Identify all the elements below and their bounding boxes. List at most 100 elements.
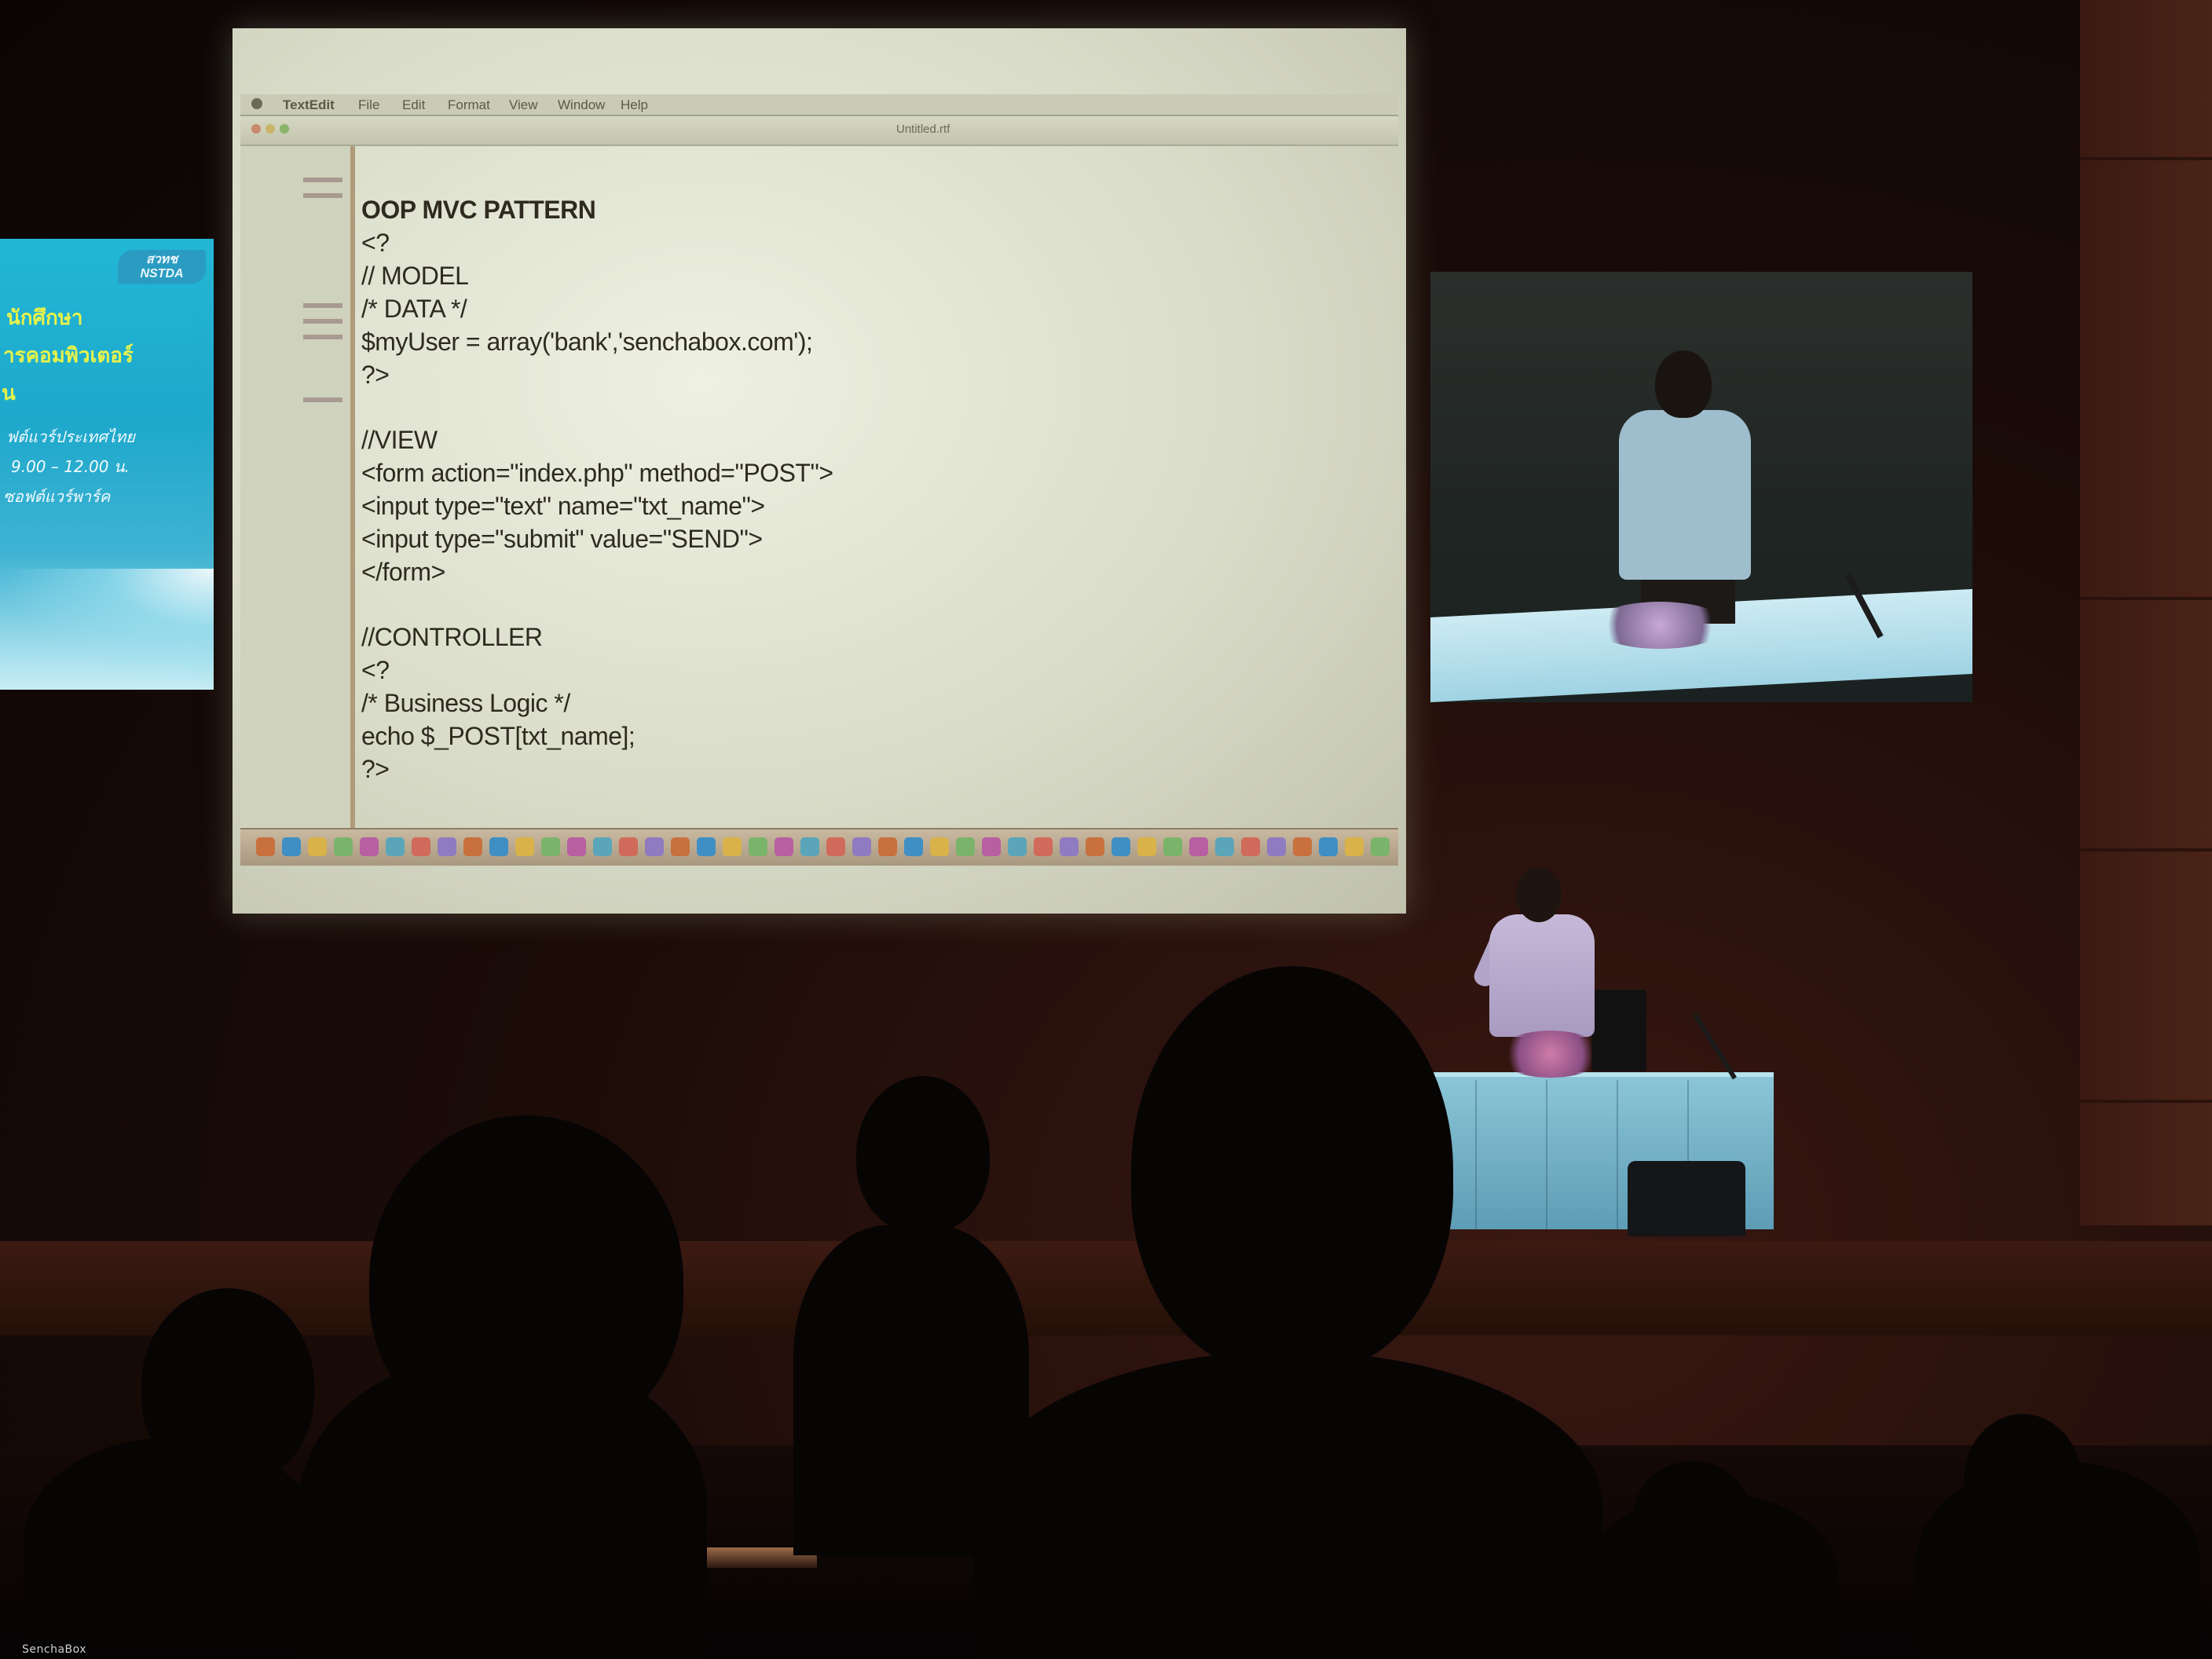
code-line: ?> (361, 755, 390, 783)
speaker-body (1489, 914, 1595, 1037)
audience-head (1131, 966, 1453, 1375)
code-line: ?> (361, 361, 390, 389)
dock-app-icon (775, 837, 793, 856)
code-line: //VIEW (361, 426, 438, 454)
code-line: </form> (361, 558, 445, 586)
dock-app-icon (1267, 837, 1286, 856)
dock-app-icon (1241, 837, 1260, 856)
logo-latin: NSTDA (140, 267, 184, 280)
tablecloth-fold (1617, 1080, 1618, 1229)
code-line: $myUser = array('bank','senchabox.com'); (361, 328, 813, 356)
dock-app-icon (619, 837, 638, 856)
code-line: /* Business Logic */ (361, 689, 570, 717)
dock-app-icon (723, 837, 742, 856)
code-line: <input type="submit" value="SEND"> (361, 525, 763, 553)
main-projection-screen: TextEdit File Edit Format View Window He… (233, 28, 1406, 914)
mac-dock (240, 828, 1398, 866)
wall-panel-line (2080, 1100, 2212, 1103)
zoom-window-icon (280, 124, 289, 134)
gutter-mark (303, 193, 342, 198)
audience-head (856, 1076, 990, 1233)
audience-head (141, 1288, 314, 1485)
close-window-icon (251, 124, 261, 134)
menu-view: View (509, 97, 538, 112)
dock-app-icon (1345, 837, 1364, 856)
gutter-mark (303, 319, 342, 324)
code-line: echo $_POST[txt_name]; (361, 722, 635, 750)
dock-app-icon (956, 837, 975, 856)
dock-app-icon (826, 837, 845, 856)
audience-head (1964, 1414, 2082, 1547)
code-line: <? (361, 229, 390, 257)
dock-app-icon (360, 837, 379, 856)
dock-app-icon (749, 837, 767, 856)
dock-app-icon (334, 837, 353, 856)
dock-app-icon (878, 837, 897, 856)
left-heading-line-3: น (2, 382, 16, 405)
auditorium-scene: สวทช NSTDA นักศึกษา ารคอมพิวเตอร์ น ฟต์แ… (0, 0, 2212, 1659)
apple-icon (251, 98, 262, 109)
menu-app-name: TextEdit (283, 97, 335, 112)
sidebar-gutter (240, 146, 355, 828)
menu-edit: Edit (402, 97, 426, 112)
stage-chair (1628, 1161, 1745, 1236)
code-line: <input type="text" name="txt_name"> (361, 492, 765, 520)
dock-app-icon (593, 837, 612, 856)
nstda-logo: สวทช NSTDA (118, 250, 206, 284)
tablecloth-fold (1546, 1080, 1547, 1229)
video-speaker-body (1619, 410, 1751, 580)
left-detail-line-1: ฟต์แวร์ประเทศไทย (6, 427, 135, 446)
left-detail-line-3: ซอฟต์แวร์พาร์ค (3, 487, 111, 506)
dock-app-icon (541, 837, 560, 856)
menu-file: File (358, 97, 380, 112)
code-line: /* DATA */ (361, 295, 467, 323)
audience-head (1634, 1461, 1752, 1571)
dock-app-icon (1215, 837, 1234, 856)
dock-app-icon (567, 837, 586, 856)
dock-app-icon (308, 837, 327, 856)
minimize-window-icon (266, 124, 275, 134)
left-screen-swoosh (0, 569, 214, 690)
gutter-mark (303, 178, 342, 182)
left-projection-screen: สวทช NSTDA นักศึกษา ารคอมพิวเตอร์ น ฟต์แ… (0, 239, 214, 690)
dock-app-icon (386, 837, 405, 856)
menu-bar: TextEdit File Edit Format View Window He… (240, 94, 1398, 116)
microphone-icon (1693, 1013, 1737, 1080)
right-video-screen (1430, 272, 1972, 702)
dock-app-icon (1137, 837, 1156, 856)
dock-app-icon (697, 837, 716, 856)
wall-panel-line (2080, 157, 2212, 160)
dock-app-icon (1163, 837, 1182, 856)
left-heading-line-1: นักศึกษา (6, 306, 83, 330)
speaker-head (1516, 867, 1562, 922)
left-heading-line-2: ารคอมพิวเตอร์ (3, 344, 134, 368)
audience-head (369, 1115, 683, 1445)
menu-help: Help (621, 97, 648, 112)
dock-app-icon (1111, 837, 1130, 856)
dock-app-icon (645, 837, 664, 856)
right-wall-panels (2080, 0, 2212, 1225)
dock-app-icon (515, 837, 534, 856)
code-line: //CONTROLLER (361, 623, 543, 651)
dock-app-icon (1034, 837, 1053, 856)
dock-app-icon (982, 837, 1001, 856)
dock-app-icon (412, 837, 430, 856)
code-editor: OOP MVC PATTERN <? // MODEL /* DATA */ $myUs… (361, 193, 1382, 786)
dock-app-icon (256, 837, 275, 856)
gutter-mark (303, 303, 342, 308)
code-line: <? (361, 656, 390, 684)
document-title: Untitled.rtf (896, 123, 950, 136)
dock-app-icon (671, 837, 690, 856)
document-toolbar: Untitled.rtf (240, 116, 1398, 146)
dock-app-icon (852, 837, 871, 856)
tablecloth-fold (1475, 1080, 1477, 1229)
code-line: OOP MVC PATTERN (361, 196, 596, 224)
video-speaker-head (1655, 350, 1712, 418)
stage-front (0, 1241, 2212, 1335)
gutter-mark (303, 397, 342, 402)
menu-format: Format (448, 97, 490, 112)
dock-app-icon (1189, 837, 1208, 856)
gutter-mark (303, 335, 342, 339)
